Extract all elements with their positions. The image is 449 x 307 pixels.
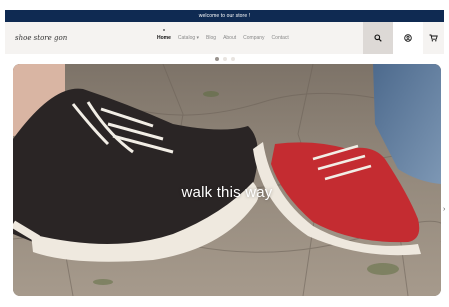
store-logo[interactable]: shoe store gon <box>15 32 67 44</box>
announcement-bar: welcome to our store ! <box>5 10 444 22</box>
nav-item-catalog[interactable]: Catalog ▾ <box>178 35 199 41</box>
cart-icon <box>429 34 438 42</box>
slide-dot-active[interactable] <box>223 57 227 61</box>
hero-image <box>13 64 441 296</box>
cart-button[interactable] <box>423 22 444 54</box>
account-button[interactable] <box>393 22 423 54</box>
nav-label: Company <box>243 35 265 41</box>
search-icon <box>374 34 382 42</box>
slide-dot[interactable] <box>231 57 235 61</box>
nav-item-blog[interactable]: Blog <box>206 35 216 41</box>
slide-dot[interactable] <box>215 57 219 61</box>
nav-label: Home <box>157 35 171 41</box>
user-icon <box>404 34 412 42</box>
hero-slide[interactable]: walk this way <box>13 64 441 296</box>
active-indicator <box>162 29 165 31</box>
nav-label: Blog <box>206 35 217 41</box>
nav-item-home[interactable]: Home <box>157 29 171 41</box>
nav-item-company[interactable]: Company <box>243 35 264 41</box>
main-nav: Home Catalog ▾ Blog About Company Contac… <box>157 22 289 54</box>
hero-caption: walk this way <box>181 184 273 201</box>
site-header: shoe store gon Home Catalog ▾ Blog About… <box>5 22 444 54</box>
next-arrow-icon[interactable]: › <box>443 205 448 215</box>
slideshow-dots <box>215 57 235 62</box>
announcement-text: welcome to our store ! <box>198 13 251 19</box>
nav-item-about[interactable]: About <box>223 35 236 41</box>
nav-label: Catalog ▾ <box>177 35 200 41</box>
search-button[interactable] <box>363 22 393 54</box>
nav-label: Contact <box>271 35 289 41</box>
nav-item-contact[interactable]: Contact <box>272 35 289 41</box>
nav-label: About <box>223 35 237 41</box>
